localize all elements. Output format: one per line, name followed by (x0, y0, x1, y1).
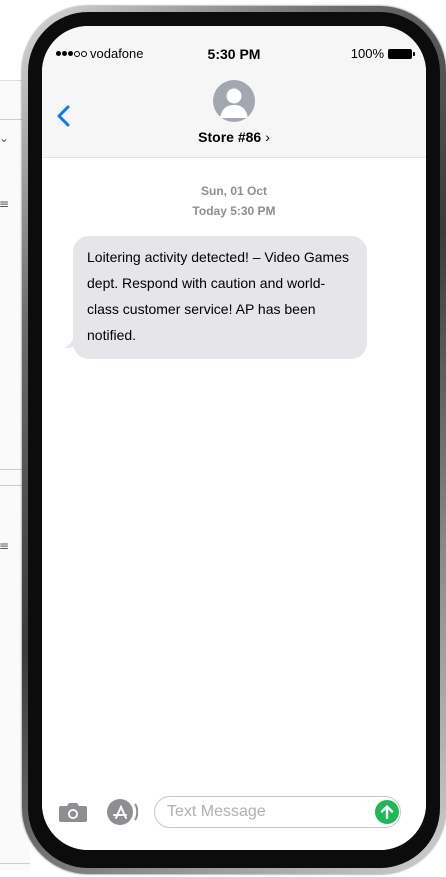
app-store-icon[interactable] (106, 798, 138, 826)
contact-name-button[interactable]: Store #86 › (42, 129, 426, 145)
status-bar: vodafone 5:30 PM 100% (42, 46, 426, 66)
thread-date: Sun, 01 Oct (200, 184, 268, 198)
conversation-header: vodafone 5:30 PM 100% Store #86 › (42, 26, 426, 158)
incoming-message-bubble[interactable]: Loitering activity detected! – Video Gam… (73, 236, 367, 359)
thread-time: Today 5:30 PM (192, 204, 276, 218)
send-button[interactable] (375, 800, 399, 824)
battery-info: 100% (350, 46, 415, 61)
battery-icon (388, 48, 415, 59)
battery-percent: 100% (350, 46, 384, 61)
messages-screen: vodafone 5:30 PM 100% Store #86 › Sun, 0… (42, 26, 426, 850)
phone-frame: vodafone 5:30 PM 100% Store #86 › Sun, 0… (22, 6, 446, 874)
menu-icon: ≡ (0, 197, 10, 211)
person-icon (220, 88, 248, 118)
phone-bezel: vodafone 5:30 PM 100% Store #86 › Sun, 0… (28, 12, 440, 868)
contact-avatar[interactable] (213, 80, 255, 122)
chevron-down-icon: ⌄ (0, 131, 10, 145)
text-message-input[interactable] (154, 796, 401, 828)
back-chevron-icon[interactable] (54, 102, 74, 130)
chevron-right-icon: › (265, 129, 270, 145)
send-arrow-icon (380, 805, 394, 820)
camera-icon[interactable] (58, 800, 88, 824)
message-input-bar (42, 790, 426, 850)
menu-icon: ≡ (0, 539, 10, 553)
contact-name: Store #86 (198, 129, 262, 145)
divider (0, 863, 30, 864)
